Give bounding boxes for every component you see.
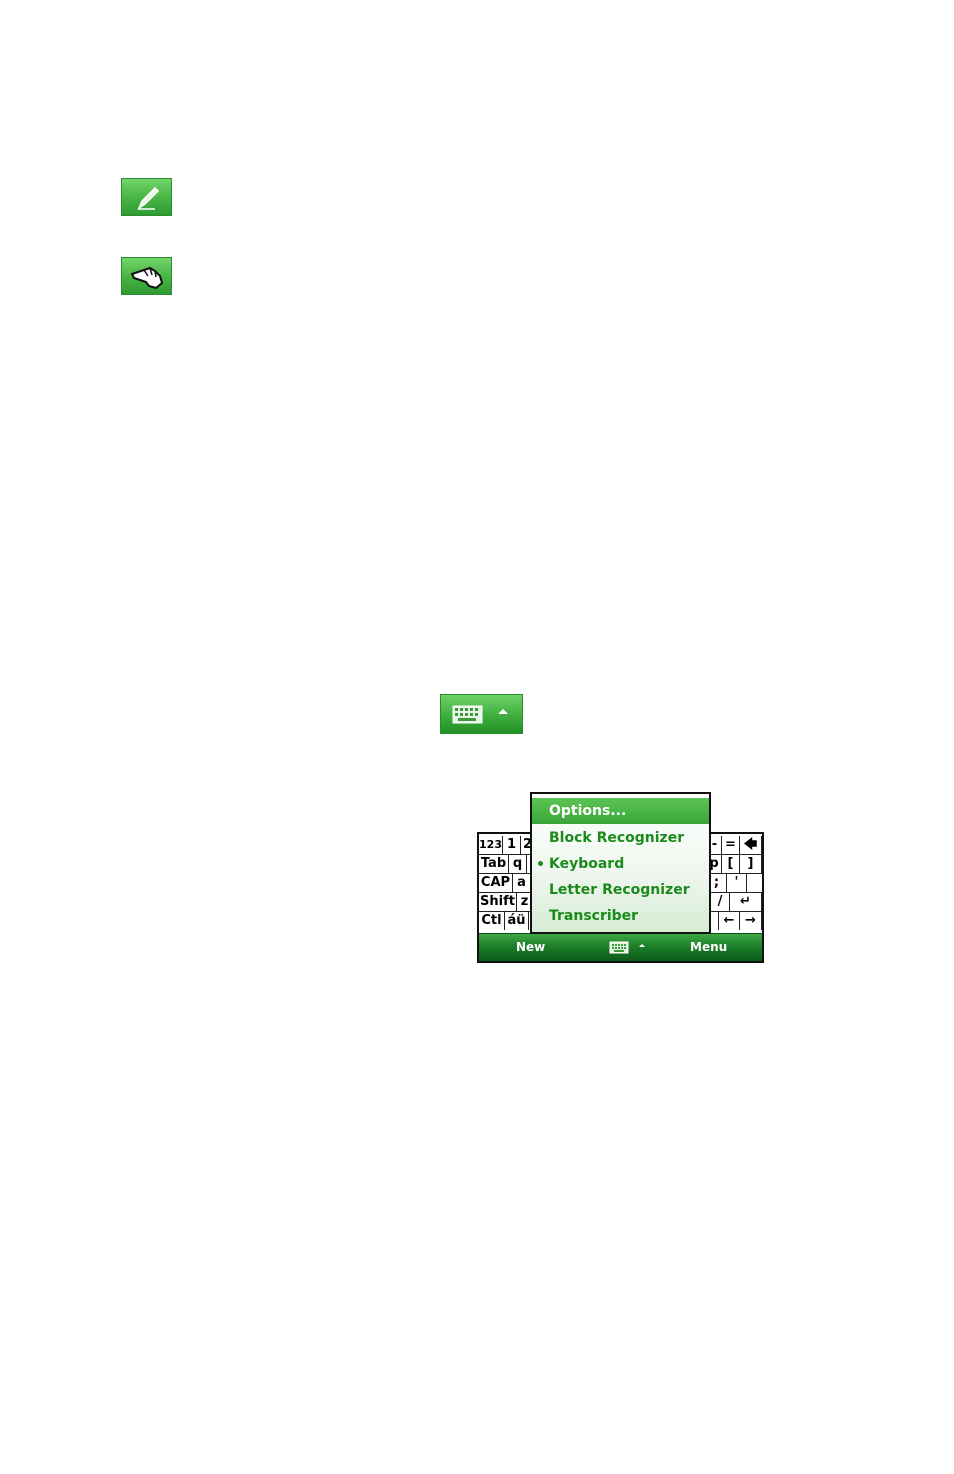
menu-item-options[interactable]: Options... (532, 798, 709, 824)
key[interactable]: a (513, 874, 531, 892)
key[interactable]: Ctl (479, 912, 505, 930)
softkey-bar: New Menu (479, 933, 762, 961)
input-panel-button[interactable] (440, 694, 523, 734)
backspace-key[interactable]: 🡄 (740, 836, 762, 854)
key[interactable]: ' (727, 874, 747, 892)
menu-softkey[interactable]: Menu (690, 940, 727, 954)
menu-item-label: Keyboard (549, 856, 625, 872)
key[interactable]: Shift (479, 893, 517, 911)
menu-separator (540, 822, 701, 823)
keyboard-icon[interactable] (609, 941, 649, 955)
key[interactable]: áü (505, 912, 529, 930)
key[interactable]: [ (722, 855, 740, 873)
key[interactable]: Tab (479, 855, 509, 873)
up-arrow-icon (498, 709, 508, 714)
menu-item-letter-recognizer[interactable]: Letter Recognizer (532, 877, 709, 903)
key[interactable]: 1 (503, 836, 521, 854)
enter-key[interactable]: ↵ (730, 893, 762, 911)
menu-item-transcriber[interactable]: Transcriber (532, 903, 709, 929)
checked-bullet-icon (538, 861, 543, 866)
input-method-menu: Options... Block Recognizer Keyboard Let… (530, 792, 711, 934)
hand-pointer-icon (130, 266, 164, 290)
key[interactable]: = (722, 836, 740, 854)
key[interactable]: CAP (479, 874, 513, 892)
keyboard-icon (452, 705, 508, 724)
key[interactable]: ] (740, 855, 762, 873)
key[interactable]: q (509, 855, 527, 873)
hand-tool-icon[interactable] (121, 257, 172, 295)
key[interactable]: 123 (479, 836, 503, 854)
pen-tool-icon[interactable] (121, 178, 172, 216)
right-arrow-key[interactable]: → (740, 912, 762, 930)
menu-item-block-recognizer[interactable]: Block Recognizer (532, 825, 709, 851)
left-arrow-key[interactable]: ← (719, 912, 740, 930)
menu-item-keyboard[interactable]: Keyboard (532, 851, 709, 877)
key[interactable]: / (711, 893, 730, 911)
pen-icon (137, 186, 160, 211)
new-softkey[interactable]: New (516, 940, 545, 954)
